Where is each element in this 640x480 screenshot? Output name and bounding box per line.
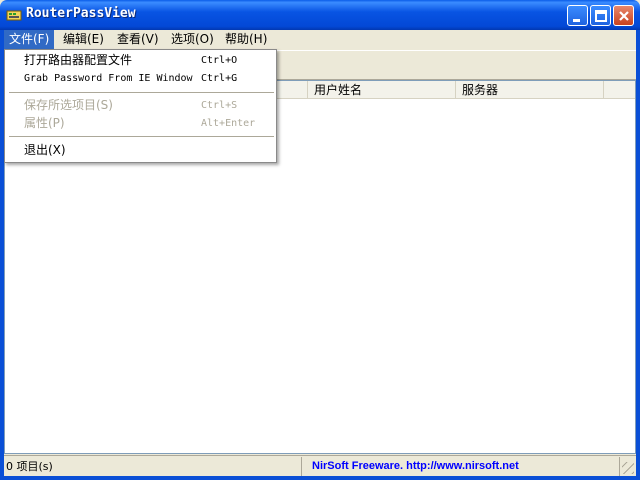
- column-header-server[interactable]: 服务器: [456, 81, 604, 99]
- menu-help[interactable]: 帮助(H): [220, 30, 272, 49]
- key-app-icon: [6, 10, 22, 21]
- minimize-button[interactable]: [567, 5, 588, 26]
- menu-item-shortcut: Ctrl+O: [201, 55, 238, 66]
- status-bar: 0 项目(s) NirSoft Freeware. http://www.nir…: [4, 455, 636, 476]
- column-header-username[interactable]: 用户姓名: [308, 81, 456, 99]
- menu-item-shortcut: Alt+Enter: [201, 118, 256, 129]
- menu-options[interactable]: 选项(O): [166, 30, 219, 49]
- window-frame-right: [636, 30, 640, 480]
- status-item-count: 0 项目(s): [4, 457, 302, 476]
- menu-item-save-selected[interactable]: 保存所选项目(S) Ctrl+S: [6, 97, 275, 114]
- minimize-icon: [573, 19, 580, 22]
- menu-item-label: 打开路由器配置文件: [24, 53, 133, 67]
- maximize-button[interactable]: [590, 5, 611, 26]
- menu-separator: [9, 92, 274, 93]
- menu-edit[interactable]: 编辑(E): [58, 30, 109, 49]
- status-nirsoft-link[interactable]: NirSoft Freeware. http://www.nirsoft.net: [306, 457, 620, 476]
- menu-item-label: 退出(X): [24, 143, 66, 157]
- window-title: RouterPassView: [26, 6, 136, 21]
- file-menu-dropdown: 打开路由器配置文件 Ctrl+O Grab Password From IE W…: [4, 49, 277, 163]
- menu-file[interactable]: 文件(F): [4, 30, 55, 49]
- menu-item-grab-password[interactable]: Grab Password From IE Window Ctrl+G: [6, 70, 275, 87]
- title-bar[interactable]: RouterPassView: [0, 0, 640, 30]
- maximize-icon: [595, 10, 607, 22]
- menu-item-open-router-config[interactable]: 打开路由器配置文件 Ctrl+O: [6, 52, 275, 69]
- menu-item-shortcut: Ctrl+S: [201, 100, 238, 111]
- menu-item-properties[interactable]: 属性(P) Alt+Enter: [6, 115, 275, 132]
- menu-item-label: 保存所选项目(S): [24, 98, 113, 112]
- menu-bar: 文件(F) 编辑(E) 查看(V) 选项(O) 帮助(H): [4, 30, 636, 50]
- menu-item-label: Grab Password From IE Window: [24, 73, 193, 84]
- menu-item-label: 属性(P): [24, 116, 65, 130]
- close-button[interactable]: [613, 5, 634, 26]
- menu-item-shortcut: Ctrl+G: [201, 73, 238, 84]
- menu-item-exit[interactable]: 退出(X): [6, 142, 275, 159]
- menu-view[interactable]: 查看(V): [112, 30, 164, 49]
- resize-grip-icon[interactable]: [622, 462, 634, 474]
- window-frame-bottom: [0, 476, 640, 480]
- menu-separator: [9, 136, 274, 137]
- close-icon: [619, 11, 629, 21]
